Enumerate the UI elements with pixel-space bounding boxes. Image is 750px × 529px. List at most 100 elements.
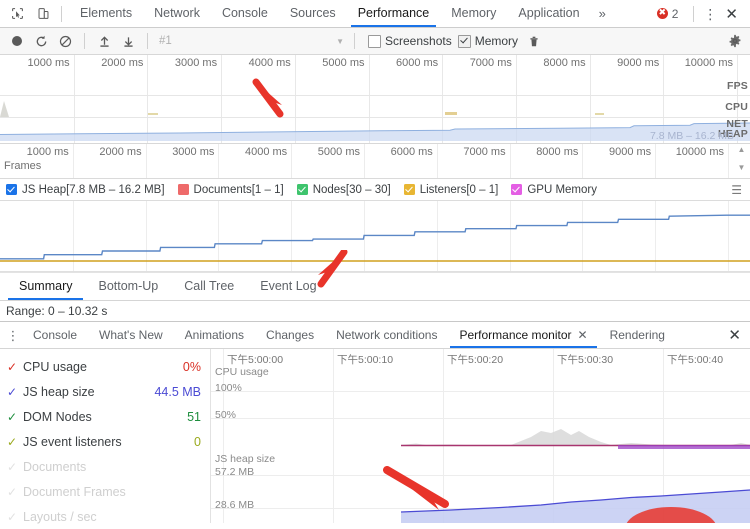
legend-item-js-heap[interactable]: JS Heap[7.8 MB – 16.2 MB]	[6, 184, 165, 196]
details-tab-bar: Summary Bottom-Up Call Tree Event Log	[0, 272, 750, 301]
legend-label-listeners: Listeners[0 – 1]	[419, 183, 499, 196]
memory-checkbox[interactable]: Memory	[457, 34, 518, 48]
profile-select[interactable]: #1 ▼	[159, 32, 347, 50]
trash-icon[interactable]	[522, 30, 546, 52]
profile-select-value: #1	[159, 35, 172, 47]
metric-label-dom-nodes: DOM Nodes	[23, 409, 92, 424]
reload-and-record-icon[interactable]	[29, 30, 53, 52]
legend-menu-icon[interactable]: ☰	[731, 183, 750, 197]
close-devtools-icon[interactable]: ✕	[719, 5, 744, 23]
legend-item-listeners[interactable]: Listeners[0 – 1]	[403, 183, 499, 196]
drawer-tab-animations[interactable]: Animations	[174, 322, 255, 348]
legend-label-documents: Documents[1 – 1]	[193, 183, 284, 196]
more-tabs-icon[interactable]: »	[591, 6, 614, 21]
tab-event-log[interactable]: Event Log	[247, 273, 329, 300]
drawer-tab-console-label: Console	[33, 328, 78, 342]
metric-row-documents[interactable]: ✓ Documents	[0, 454, 210, 479]
metric-value-cpu-usage: 0%	[182, 359, 201, 374]
record-icon[interactable]	[5, 30, 29, 52]
timeline-tick-label: 6000 ms	[390, 146, 433, 158]
toolbar-divider	[61, 5, 62, 22]
drawer-tab-network-conditions[interactable]: Network conditions	[325, 322, 448, 348]
main-menu-icon[interactable]: ⋮	[703, 7, 717, 21]
scroll-up-icon[interactable]: ▲	[738, 145, 746, 154]
timeline-overview[interactable]: 1000 ms 2000 ms 3000 ms 4000 ms 5000 ms 6000 …	[0, 55, 750, 144]
tab-summary[interactable]: Summary	[6, 273, 85, 300]
load-profile-icon[interactable]	[92, 30, 116, 52]
timeline-tick	[145, 144, 147, 178]
overview-label-fps: FPS	[726, 80, 748, 92]
metric-row-layouts-per-sec[interactable]: ✓ Layouts / sec	[0, 504, 210, 529]
timeline-scroll-arrows[interactable]: ▲ ▼	[735, 145, 748, 172]
tab-sources[interactable]: Sources	[279, 0, 347, 27]
legend-label-nodes: Nodes[30 – 30]	[312, 183, 391, 196]
timeline-tick-label: 4000 ms	[244, 146, 288, 158]
memory-chart-series	[0, 214, 750, 262]
drawer-tab-console[interactable]: Console	[22, 322, 88, 348]
metric-row-cpu-usage[interactable]: ✓ CPU usage 0%	[0, 354, 210, 379]
drawer-tab-performance-monitor[interactable]: Performance monitor ✕	[448, 322, 598, 348]
drawer-tab-changes[interactable]: Changes	[255, 322, 325, 348]
legend-item-nodes[interactable]: Nodes[30 – 30]	[296, 183, 391, 196]
tab-memory[interactable]: Memory	[440, 0, 507, 27]
drawer-close-icon[interactable]: ✕	[728, 326, 750, 344]
timeline-tick	[291, 144, 293, 178]
main-tab-bar: Elements Network Console Sources Perform…	[0, 0, 750, 28]
error-badge[interactable]: ✖ 2	[656, 7, 685, 21]
tab-performance[interactable]: Performance	[347, 0, 441, 27]
metric-row-document-frames[interactable]: ✓ Document Frames	[0, 479, 210, 504]
metric-row-dom-nodes[interactable]: ✓ DOM Nodes 51	[0, 404, 210, 429]
legend-checkbox-documents[interactable]	[177, 184, 189, 195]
metric-row-js-heap-size[interactable]: ✓ JS heap size 44.5 MB	[0, 379, 210, 404]
drawer-tab-changes-label: Changes	[266, 328, 315, 342]
tab-elements[interactable]: Elements	[69, 0, 143, 27]
legend-checkbox-listeners[interactable]	[403, 184, 415, 195]
drawer-menu-icon[interactable]: ⋮	[4, 329, 22, 342]
legend-checkbox-gpu-memory[interactable]	[511, 184, 523, 195]
tab-bottom-up[interactable]: Bottom-Up	[85, 273, 171, 300]
timeline-tick-label: 1000 ms	[26, 146, 69, 158]
legend-checkbox-nodes[interactable]	[296, 184, 308, 195]
drawer-tab-bar: ⋮ Console What's New Animations Changes …	[0, 322, 750, 349]
drawer-tab-whats-new[interactable]: What's New	[88, 322, 174, 348]
capture-settings-icon[interactable]	[728, 34, 750, 48]
timeline-tick	[436, 144, 438, 178]
screenshots-checkbox-box	[368, 34, 381, 48]
overview-label-cpu: CPU	[725, 101, 748, 113]
timeline-tick	[582, 144, 584, 178]
clear-recording-icon[interactable]	[53, 30, 77, 52]
screenshots-checkbox[interactable]: Screenshots	[368, 34, 452, 48]
legend-item-documents[interactable]: Documents[1 – 1]	[177, 183, 284, 196]
timeline-tick-label: 9000 ms	[608, 146, 652, 158]
metric-row-js-event-listeners[interactable]: ✓ JS event listeners 0	[0, 429, 210, 454]
metric-label-documents: Documents	[23, 459, 87, 474]
drawer-tab-rendering[interactable]: Rendering	[599, 322, 676, 348]
drawer-tab-network-conditions-label: Network conditions	[336, 328, 438, 342]
save-profile-icon[interactable]	[116, 30, 140, 52]
memory-counters-chart[interactable]	[0, 201, 750, 272]
check-icon-document-frames: ✓	[7, 484, 18, 499]
check-icon-js-heap-size: ✓	[7, 384, 18, 399]
timeline-ruler[interactable]: 1000 ms 2000 ms 3000 ms 4000 ms 5000 ms 6000 …	[0, 144, 750, 179]
device-toolbar-icon[interactable]	[32, 3, 54, 25]
timeline-tick-label: 2000 ms	[99, 146, 142, 158]
legend-item-gpu-memory[interactable]: GPU Memory	[511, 184, 597, 196]
scroll-down-icon[interactable]: ▼	[738, 163, 746, 172]
tab-console[interactable]: Console	[211, 0, 279, 27]
toolbar-divider-2	[84, 33, 85, 49]
tab-call-tree[interactable]: Call Tree	[171, 273, 247, 300]
summary-range: Range: 0 – 10.32 s	[0, 301, 750, 321]
timeline-tick-label: 8000 ms	[536, 146, 579, 158]
toolbar-divider-4	[354, 33, 355, 49]
tab-network[interactable]: Network	[143, 0, 211, 27]
performance-monitor: ✓ CPU usage 0% ✓ JS heap size 44.5 MB ✓ …	[0, 349, 750, 524]
screenshots-label: Screenshots	[385, 34, 452, 48]
tab-application[interactable]: Application	[507, 0, 590, 27]
performance-monitor-chart[interactable]: 下午5:00:00 下午5:00:10 下午5:00:20 下午5:00:30 下午5:…	[211, 349, 750, 523]
inspect-element-icon[interactable]	[6, 3, 28, 25]
timeline-tick	[509, 144, 511, 178]
drawer-tab-animations-label: Animations	[184, 328, 245, 342]
legend-checkbox-js-heap[interactable]	[6, 184, 17, 195]
metric-label-layouts-per-sec: Layouts / sec	[23, 509, 97, 524]
drawer-tab-close-icon[interactable]: ✕	[578, 322, 588, 348]
